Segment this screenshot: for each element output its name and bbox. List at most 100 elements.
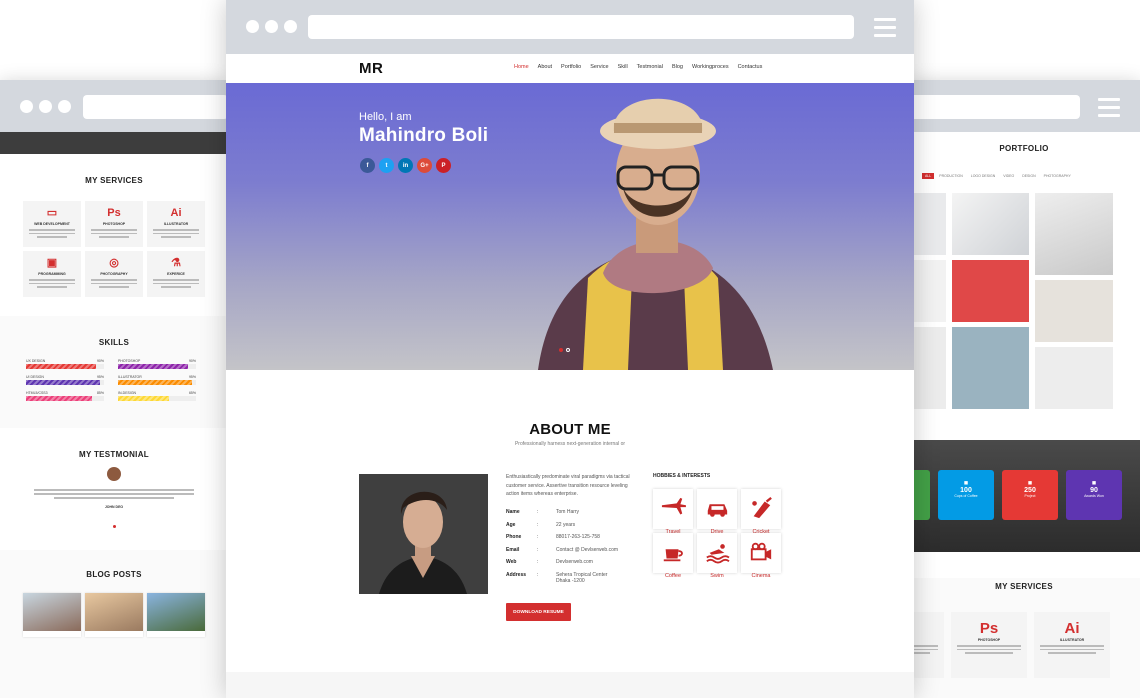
hero-name: Mahindro Boli: [359, 125, 489, 146]
address-bar[interactable]: [908, 95, 1080, 119]
service-logo: Ai: [1064, 620, 1080, 637]
skill-bar-fill: [26, 380, 101, 385]
nav-item-blog[interactable]: Blog: [672, 64, 683, 70]
nav-item-portfolio[interactable]: Portfolio: [561, 64, 581, 70]
portfolio-tab-all[interactable]: ALL: [922, 173, 935, 179]
blog-card[interactable]: [85, 593, 143, 637]
camera-icon: ◎: [109, 257, 119, 269]
nav-item-workingproces[interactable]: Workingproces: [692, 64, 729, 70]
info-colon: :: [537, 509, 539, 515]
portfolio-tab-design[interactable]: DESIGN: [1019, 173, 1038, 179]
blog-card[interactable]: [147, 593, 205, 637]
right-services-section: MY SERVICES MENTPsPHOTOSHOPAiILLUSTRATOR: [908, 578, 1140, 698]
info-colon: :: [537, 534, 539, 540]
right-browser-chrome: [908, 80, 1140, 132]
portfolio-tile[interactable]: [1035, 193, 1113, 275]
site-logo[interactable]: MR: [359, 60, 383, 77]
portfolio-tile[interactable]: [1035, 280, 1113, 342]
services-section: MY SERVICES ▭ WEB DEVELOPMENT Ps PHOTOSHOP A…: [0, 176, 228, 297]
swimmer-icon: [697, 540, 737, 569]
service-card[interactable]: ◎ PHOTOGRAPHY: [85, 251, 143, 297]
nav-item-about[interactable]: About: [538, 64, 552, 70]
skill-bar-fill: [26, 364, 97, 369]
service-card[interactable]: Ai ILLUSTRATOR: [147, 201, 205, 247]
blog-cards: [0, 593, 228, 637]
hobby-label: Cinema: [751, 573, 771, 579]
address-bar[interactable]: [83, 95, 228, 119]
hobby-travel[interactable]: Travel: [653, 489, 693, 535]
testimonial-section: MY TESTMONIAL JOHN DEO: [0, 440, 228, 533]
nav-item-home[interactable]: Home: [514, 64, 529, 70]
hobbies-grid: Travel Drive Cricket Coffee Swim Cinema: [653, 489, 781, 579]
skill-head: HTML5/CSS3 85%: [26, 391, 104, 395]
twitter-icon[interactable]: t: [379, 158, 394, 173]
services-title: MY SERVICES: [85, 176, 143, 185]
portfolio-subtitle: [908, 155, 1140, 159]
services-subtitle: [0, 187, 228, 191]
pinterest-icon[interactable]: P: [436, 158, 451, 173]
portfolio-tile[interactable]: [952, 193, 1029, 255]
skill-bar: [118, 364, 196, 369]
service-card[interactable]: Ps PHOTOSHOP: [85, 201, 143, 247]
service-card[interactable]: Ai ILLUSTRATOR: [1034, 612, 1110, 678]
facebook-icon[interactable]: f: [360, 158, 375, 173]
portfolio-tab-photography[interactable]: PHOTOGRAPHY: [1041, 173, 1074, 179]
linkedin-icon[interactable]: in: [398, 158, 413, 173]
hero-strip-image: [0, 132, 228, 154]
address-bar[interactable]: [308, 15, 854, 39]
counter-box: ■ 90 Awards Won: [1066, 470, 1122, 520]
hero-slider-dots[interactable]: [559, 348, 570, 352]
info-row-age: Age: 22 years: [506, 522, 641, 528]
testimonial-text: [34, 489, 194, 499]
hobby-drive[interactable]: Drive: [697, 489, 737, 535]
info-colon: :: [537, 546, 539, 553]
portfolio-tab-video[interactable]: VIDEO: [1000, 173, 1017, 179]
skill-in-design: IN-DESIGN 65%: [118, 391, 196, 401]
service-name: EXPERICE: [167, 272, 185, 276]
portfolio-tile[interactable]: [1035, 347, 1113, 409]
info-key: Address: [506, 571, 527, 578]
menu-icon[interactable]: [874, 18, 896, 42]
service-description: [153, 279, 199, 288]
skill-head: UX DESIGN 90%: [26, 359, 104, 363]
nav-item-testmonial[interactable]: Testmonial: [637, 64, 663, 70]
menu-icon[interactable]: [1098, 98, 1120, 122]
hobby-cinema[interactable]: Cinema: [741, 533, 781, 579]
blog-image: [23, 593, 81, 631]
flask-icon: ⚗: [171, 257, 181, 269]
blog-card[interactable]: [23, 593, 81, 637]
info-value: Contact @ Devlserweb.com: [556, 546, 619, 553]
service-name: ILLUSTRATOR: [1059, 638, 1085, 642]
hobby-coffee[interactable]: Coffee: [653, 533, 693, 579]
portfolio-tab-production[interactable]: PRODUCTION: [936, 173, 966, 179]
portfolio-tile[interactable]: [952, 327, 1029, 409]
hobby-cricket[interactable]: Cricket: [741, 489, 781, 535]
testimonial-dots[interactable]: [0, 515, 228, 533]
service-description: [957, 645, 1021, 654]
right-services-grid: MENTPsPHOTOSHOPAiILLUSTRATOR: [908, 612, 1110, 678]
nav-item-contactus[interactable]: Contactus: [738, 64, 763, 70]
service-card[interactable]: ⚗ EXPERICE: [147, 251, 205, 297]
skill-head: IN-DESIGN 65%: [118, 391, 196, 395]
google-plus-icon[interactable]: G+: [417, 158, 432, 173]
info-key: Name: [506, 509, 520, 515]
nav-item-skill[interactable]: Skill: [618, 64, 628, 70]
site-navbar: MR Home About Portfolio Service Skill Testmon…: [226, 54, 914, 83]
service-card[interactable]: ▣ PROGRAMMING: [23, 251, 81, 297]
testimonial-author: JOHN DEO: [104, 504, 124, 509]
portfolio-tile[interactable]: [952, 260, 1029, 322]
portfolio-tab-logo-design[interactable]: LOGO DESIGN: [968, 173, 999, 179]
nav-item-service[interactable]: Service: [590, 64, 608, 70]
portfolio-filter-tabs: ALL PRODUCTION LOGO DESIGN VIDEO DESIGN PHOTO…: [922, 173, 1140, 179]
counter-label: Awards Won: [1084, 494, 1104, 498]
car-icon: [697, 496, 737, 525]
hero-portrait: [538, 98, 773, 370]
skill-name: IN-DESIGN: [118, 391, 137, 395]
download-resume-button[interactable]: DOWNLOAD RESUME: [506, 603, 571, 621]
counter-number: 250: [1024, 487, 1036, 494]
about-portrait: [359, 474, 488, 594]
hobby-swim[interactable]: Swim: [697, 533, 737, 579]
service-card[interactable]: Ps PHOTOSHOP: [951, 612, 1027, 678]
info-row-phone: Phone: 88017-263-125-758: [506, 534, 641, 540]
service-card[interactable]: ▭ WEB DEVELOPMENT: [23, 201, 81, 247]
